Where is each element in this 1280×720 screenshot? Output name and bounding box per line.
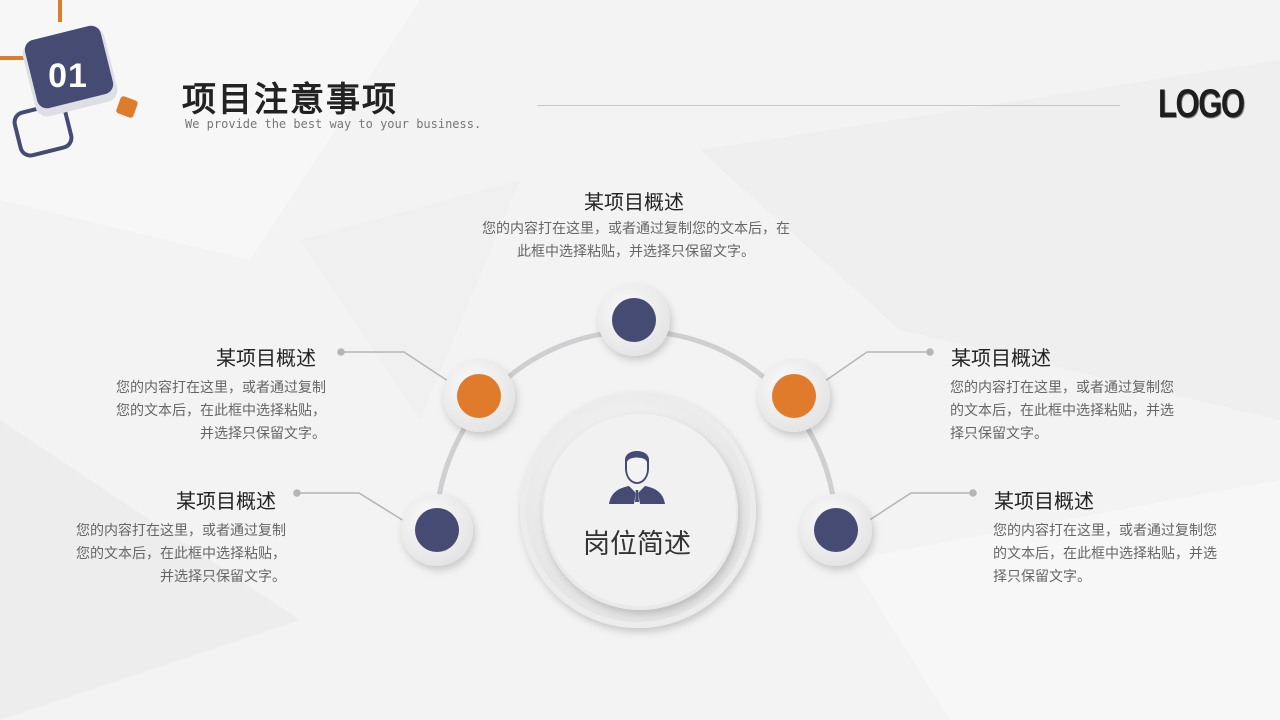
node-left-upper bbox=[443, 360, 515, 432]
node-right-upper bbox=[758, 360, 830, 432]
desc-line: 您的文本后，在此框中选择粘贴， bbox=[116, 403, 326, 419]
connector-line-right-lower bbox=[867, 492, 973, 522]
desc-line: 您的文本后，在此框中选择粘贴， bbox=[76, 546, 286, 562]
node-right-lower bbox=[800, 494, 872, 566]
connector-line-right-upper bbox=[824, 351, 930, 382]
item-title-right-upper: 某项目概述 bbox=[951, 346, 1051, 370]
item-title-top: 某项目概述 bbox=[584, 190, 684, 214]
item-desc-left-upper: 您的内容打在这里，或者通过复制 您的文本后，在此框中选择粘贴， 并选择只保留文字… bbox=[90, 377, 326, 446]
connector-dot bbox=[926, 348, 934, 356]
connector-dot bbox=[969, 489, 977, 497]
desc-line: 并选择只保留文字。 bbox=[200, 426, 326, 442]
center-label: 岗位简述 bbox=[583, 529, 691, 560]
item-desc-left-lower: 您的内容打在这里，或者通过复制 您的文本后，在此框中选择粘贴， 并选择只保留文字… bbox=[50, 520, 286, 589]
item-desc-top: 您的内容打在这里，或者通过复制您的文本后，在 此框中选择粘贴，并选择只保留文字。 bbox=[460, 218, 812, 264]
desc-line: 的文本后，在此框中选择粘贴，并选 bbox=[993, 546, 1217, 562]
item-title-right-lower: 某项目概述 bbox=[994, 489, 1094, 513]
connector-dot bbox=[337, 348, 345, 356]
node-left-lower bbox=[401, 494, 473, 566]
center-node bbox=[520, 392, 756, 628]
node-top bbox=[598, 284, 670, 356]
desc-line: 您的内容打在这里，或者通过复制您 bbox=[950, 380, 1174, 396]
connector-dot bbox=[293, 489, 301, 497]
desc-line: 择只保留文字。 bbox=[950, 426, 1048, 442]
desc-line: 您的内容打在这里，或者通过复制您 bbox=[993, 523, 1217, 539]
item-title-left-lower: 某项目概述 bbox=[176, 489, 276, 513]
desc-line: 的文本后，在此框中选择粘贴，并选 bbox=[950, 403, 1174, 419]
desc-line: 您的内容打在这里，或者通过复制 bbox=[76, 523, 286, 539]
item-desc-right-lower: 您的内容打在这里，或者通过复制您 的文本后，在此框中选择粘贴，并选 择只保留文字… bbox=[993, 520, 1243, 589]
desc-line: 并选择只保留文字。 bbox=[160, 569, 286, 585]
connector-line-left-lower bbox=[297, 492, 405, 522]
item-desc-right-upper: 您的内容打在这里，或者通过复制您 的文本后，在此框中选择粘贴，并选 择只保留文字… bbox=[950, 377, 1200, 446]
diagram bbox=[293, 284, 977, 628]
item-title-left-upper: 某项目概述 bbox=[216, 346, 316, 370]
desc-line: 择只保留文字。 bbox=[993, 569, 1091, 585]
desc-line: 此框中选择粘贴，并选择只保留文字。 bbox=[517, 244, 755, 260]
desc-line: 您的内容打在这里，或者通过复制您的文本后，在 bbox=[482, 221, 790, 237]
desc-line: 您的内容打在这里，或者通过复制 bbox=[116, 380, 326, 396]
connector-line-left-upper bbox=[341, 351, 449, 382]
person-icon bbox=[609, 451, 665, 504]
